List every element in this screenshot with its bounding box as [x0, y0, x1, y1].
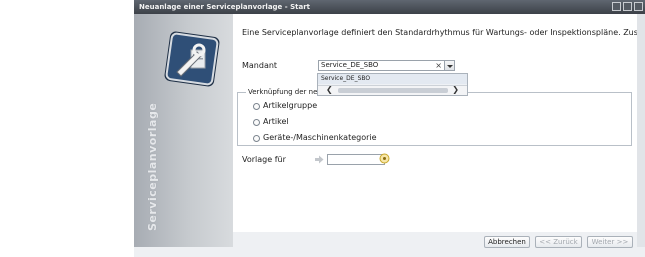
mandant-combobox[interactable]: Service_DE_SBO ×: [318, 60, 455, 71]
scroll-right-icon[interactable]: ❯: [452, 85, 459, 95]
wizard-sidebar: Serviceplanvorlage: [134, 14, 233, 247]
minimize-icon[interactable]: [612, 2, 621, 11]
window-title: Neuanlage einer Serviceplanvorlage - Sta…: [139, 3, 310, 11]
radio-label-geraete-maschinenkategorie[interactable]: Geräte-/Maschinenkategorie: [263, 133, 377, 142]
vorlage-input[interactable]: [327, 154, 385, 165]
link-type-group: Verknüpfung der neue Artikelgruppe Artik…: [237, 88, 632, 146]
radio-label-artikelgruppe[interactable]: Artikelgruppe: [263, 101, 317, 110]
window-right-border: [637, 14, 645, 247]
radio-label-artikel[interactable]: Artikel: [263, 117, 289, 126]
scroll-left-icon[interactable]: ❮: [326, 85, 333, 95]
mandant-dropdown-list: Service_DE_SBO ❮ ❯: [317, 73, 468, 96]
scrollbar-thumb[interactable]: [338, 88, 448, 93]
radio-artikel[interactable]: [253, 119, 260, 126]
sidebar-vertical-title: Serviceplanvorlage: [146, 102, 159, 231]
wizard-window: Neuanlage einer Serviceplanvorlage - Sta…: [134, 0, 645, 257]
vorlage-label: Vorlage für: [242, 155, 286, 164]
radio-geraete-maschinenkategorie[interactable]: [253, 135, 260, 142]
clear-icon[interactable]: ×: [435, 61, 442, 70]
wizard-footer: Abbrechen << Zurück Weiter >>: [233, 232, 637, 248]
intro-text: Eine Serviceplanvorlage definiert den St…: [242, 28, 637, 37]
cancel-button[interactable]: Abbrechen: [484, 236, 530, 248]
maximize-icon[interactable]: [623, 2, 632, 11]
radio-artikelgruppe[interactable]: [253, 103, 260, 110]
wrench-tools-icon: [164, 31, 220, 87]
dropdown-option[interactable]: Service_DE_SBO: [318, 74, 467, 84]
back-button[interactable]: << Zurück: [535, 236, 582, 248]
arrow-right-icon: [315, 155, 324, 164]
mandant-label: Mandant: [242, 61, 278, 70]
close-icon[interactable]: [634, 2, 643, 11]
dropdown-horizontal-scrollbar[interactable]: ❮ ❯: [318, 85, 467, 95]
mandant-value[interactable]: Service_DE_SBO: [321, 61, 378, 70]
title-bar: Neuanlage einer Serviceplanvorlage - Sta…: [134, 0, 645, 14]
next-button[interactable]: Weiter >>: [587, 236, 633, 248]
wizard-content: Eine Serviceplanvorlage definiert den St…: [233, 14, 637, 232]
chevron-down-icon[interactable]: [444, 60, 455, 71]
link-type-legend: Verknüpfung der neue: [248, 88, 327, 96]
lookup-button-icon[interactable]: [379, 153, 390, 164]
